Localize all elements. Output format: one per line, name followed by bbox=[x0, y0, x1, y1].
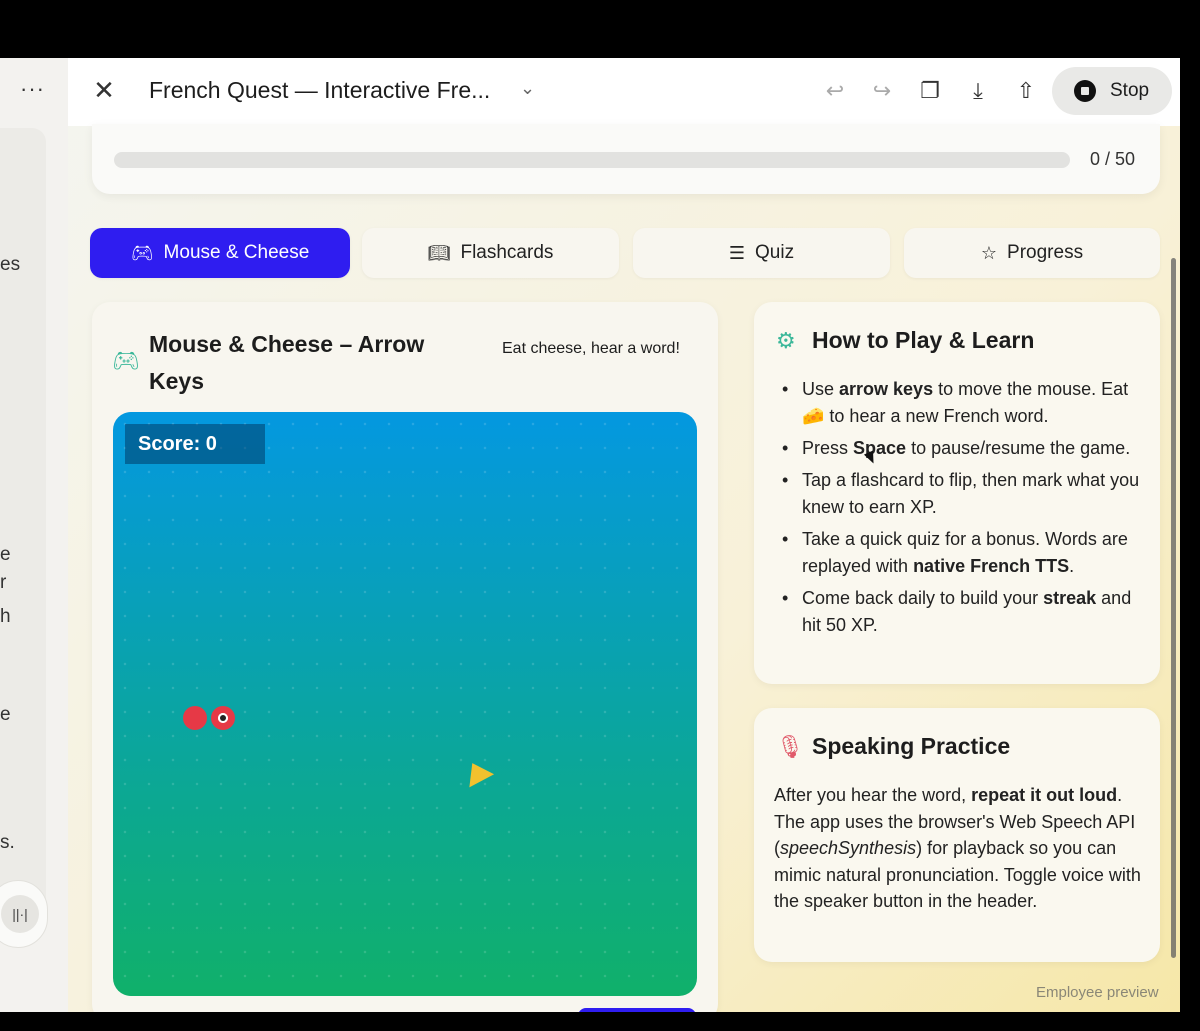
bold-text: arrow keys bbox=[839, 379, 934, 399]
share-icon[interactable]: ⇧ bbox=[1011, 76, 1041, 106]
cheese-emoji-icon: 🧀 bbox=[802, 406, 825, 426]
mouse-eye bbox=[220, 715, 226, 721]
bold-text: streak bbox=[1043, 588, 1097, 608]
game-card: 🎮︎ Mouse & Cheese – Arrow Keys Eat chees… bbox=[92, 302, 718, 1012]
scrollbar[interactable] bbox=[1171, 258, 1176, 958]
gear-icon: ⚙ bbox=[776, 328, 796, 353]
bold-text: native French TTS bbox=[913, 556, 1070, 576]
artifact-panel: ✕ French Quest — Interactive Fre... ⌄ ↩ … bbox=[68, 58, 1180, 1012]
how-to-play-card: ⚙ How to Play & Learn Use arrow keys to … bbox=[754, 302, 1160, 684]
game-board[interactable]: Score: 0 bbox=[113, 412, 697, 996]
chat-message-bubble bbox=[0, 128, 46, 928]
tab-quiz[interactable]: ☰ Quiz bbox=[633, 228, 890, 278]
tab-label: Progress bbox=[1007, 242, 1084, 263]
xp-progress-card: 0 / 50 bbox=[92, 124, 1160, 194]
how-to-play-item: Tap a flashcard to flip, then mark what … bbox=[780, 467, 1140, 521]
xp-progress-bar bbox=[114, 152, 1070, 168]
microphone-icon: 🎙︎ bbox=[776, 734, 804, 759]
gamepad-icon: 🎮︎ bbox=[130, 242, 154, 263]
tab-label: Quiz bbox=[755, 242, 795, 263]
tab-flashcards[interactable]: 📖︎ Flashcards bbox=[362, 228, 619, 278]
bold-text: Space bbox=[853, 438, 907, 458]
screen-right-bezel bbox=[1180, 58, 1200, 1018]
gamepad-icon: 🎮︎ bbox=[112, 348, 140, 373]
italic-text: speechSynthesis bbox=[780, 838, 917, 859]
undo-icon[interactable]: ↩ bbox=[820, 76, 850, 106]
tab-label: Flashcards bbox=[460, 242, 554, 263]
chevron-down-icon[interactable]: ⌄ bbox=[520, 78, 535, 99]
redo-icon[interactable]: ↪ bbox=[867, 76, 897, 106]
stop-label: Stop bbox=[1110, 80, 1150, 101]
bold-text: repeat it out loud bbox=[971, 785, 1118, 805]
screen-top-bezel bbox=[0, 0, 1200, 58]
book-open-icon: 📖︎ bbox=[427, 242, 451, 263]
how-to-play-list: Use arrow keys to move the mouse. Eat 🧀 … bbox=[780, 376, 1140, 644]
more-menu-icon[interactable]: ··· bbox=[20, 76, 45, 102]
copy-icon[interactable]: ❐ bbox=[915, 76, 945, 106]
voice-mode-button[interactable]: ||·| bbox=[0, 880, 48, 948]
artifact-title: French Quest — Interactive Fre... bbox=[149, 77, 491, 103]
board-grid bbox=[113, 412, 697, 996]
employee-preview-label: Employee preview bbox=[1036, 984, 1159, 1001]
speaking-practice-title: Speaking Practice bbox=[812, 733, 1011, 759]
star-icon: ☆ bbox=[980, 242, 998, 263]
speaking-practice-card: 🎙︎ Speaking Practice After you hear the … bbox=[754, 708, 1160, 962]
close-icon[interactable]: ✕ bbox=[90, 76, 118, 104]
chat-text-fragment: r bbox=[0, 572, 7, 593]
tab-progress[interactable]: ☆ Progress bbox=[904, 228, 1160, 278]
chat-text-fragment: e bbox=[0, 704, 11, 725]
xp-progress-text: 0 / 50 bbox=[1090, 149, 1136, 169]
chat-text-fragment: s. bbox=[0, 832, 15, 853]
game-title: Mouse & Cheese – Arrow Keys bbox=[149, 331, 425, 394]
screen-bottom-bezel bbox=[0, 1012, 1200, 1031]
tab-label: Mouse & Cheese bbox=[163, 242, 310, 263]
how-to-play-title: How to Play & Learn bbox=[812, 327, 1035, 353]
chat-text-fragment: es bbox=[0, 254, 21, 275]
how-to-play-item: Come back daily to build your streak and… bbox=[780, 585, 1140, 639]
stop-icon bbox=[1074, 80, 1096, 102]
tab-mouse-cheese[interactable]: 🎮︎ Mouse & Cheese bbox=[90, 228, 350, 278]
chat-panel: ··· es e r h e s. ||·| bbox=[0, 58, 68, 1012]
score-display: Score: 0 bbox=[125, 424, 265, 464]
speaking-practice-text: After you hear the word, repeat it out l… bbox=[774, 785, 1141, 912]
how-to-play-item: Press Space to pause/resume the game. bbox=[780, 435, 1140, 462]
how-to-play-item: Use arrow keys to move the mouse. Eat 🧀 … bbox=[780, 376, 1140, 430]
chat-text-fragment: e bbox=[0, 544, 11, 565]
how-to-play-item: Take a quick quiz for a bonus. Words are… bbox=[780, 526, 1140, 580]
artifact-header: ✕ French Quest — Interactive Fre... ⌄ ↩ … bbox=[68, 58, 1180, 126]
stop-button[interactable]: Stop bbox=[1052, 67, 1172, 115]
chat-text-fragment: h bbox=[0, 606, 11, 627]
game-subtitle: Eat cheese, hear a word! bbox=[502, 340, 680, 357]
list-checks-icon: ☰ bbox=[728, 242, 746, 263]
waveform-icon: ||·| bbox=[1, 895, 39, 933]
mouse-body-segment bbox=[183, 706, 207, 730]
download-icon[interactable]: ⤓ bbox=[963, 76, 993, 106]
